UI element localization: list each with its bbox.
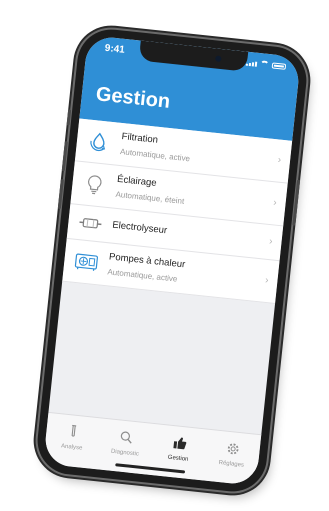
chevron-right-icon: › <box>272 197 278 209</box>
volume-down-button <box>57 178 64 210</box>
page-title: Gestion <box>94 83 172 113</box>
tab-gestion[interactable]: Gestion <box>156 433 203 464</box>
phone-frame: 9:41 Gestion Filtration Automatique, act… <box>34 26 310 495</box>
tab-bar: Analyse Diagnostic Gestion Réglages <box>43 411 262 487</box>
test-tube-icon <box>51 421 96 442</box>
light-bulb-icon <box>81 171 107 197</box>
tab-label: Réglages <box>218 460 245 469</box>
power-button <box>292 179 301 226</box>
tab-label: Gestion <box>167 454 189 463</box>
signal-icon <box>245 61 258 67</box>
water-drop-cycle-icon <box>86 129 112 155</box>
chevron-right-icon: › <box>277 154 282 166</box>
tab-label: Diagnostic <box>110 448 140 458</box>
tab-label: Analyse <box>60 443 83 452</box>
status-time: 9:41 <box>104 42 126 56</box>
stage: 9:41 Gestion Filtration Automatique, act… <box>0 0 329 511</box>
management-list: Filtration Automatique, active › Éclaira… <box>62 118 293 305</box>
volume-up-button <box>61 141 68 172</box>
status-icons <box>245 59 287 70</box>
electrolyser-icon <box>77 210 103 236</box>
front-camera <box>215 55 222 63</box>
wifi-icon <box>259 60 270 69</box>
gear-icon <box>210 438 255 459</box>
phone-screen: 9:41 Gestion Filtration Automatique, act… <box>43 34 301 487</box>
chevron-right-icon: › <box>264 274 269 287</box>
chevron-right-icon: › <box>268 236 274 248</box>
side-button <box>66 109 72 126</box>
list-item-title: Electrolyseur <box>111 219 168 237</box>
heat-pump-icon <box>73 249 99 275</box>
tab-analyse[interactable]: Analyse <box>49 421 96 452</box>
battery-icon <box>271 62 287 70</box>
magnifier-icon <box>104 427 149 448</box>
tab-diagnostic[interactable]: Diagnostic <box>103 427 150 458</box>
thumbs-up-icon <box>157 433 202 454</box>
tab-reglages[interactable]: Réglages <box>209 438 256 469</box>
notch <box>138 40 249 72</box>
